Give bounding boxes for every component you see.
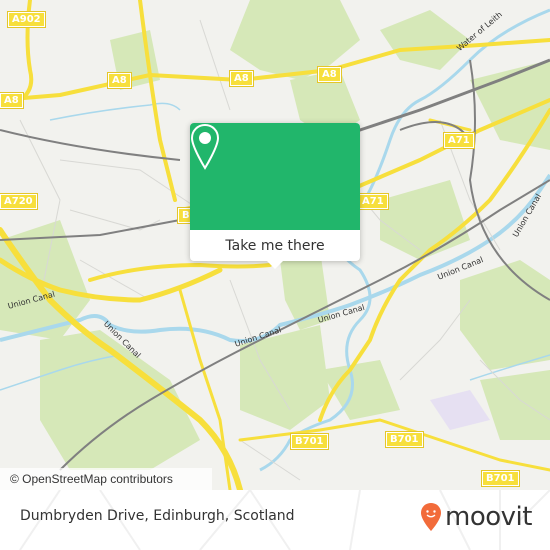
road-shield-a71-mid: A71 xyxy=(357,193,389,210)
moovit-logo[interactable]: moovit xyxy=(420,502,532,532)
road-shield-a8-east: A8 xyxy=(317,66,342,83)
road-shield-a8-center: A8 xyxy=(229,70,254,87)
moovit-pin-icon xyxy=(421,503,441,531)
road-shield-a8-west: A8 xyxy=(0,92,24,109)
map-view[interactable]: A902 A8 A8 A8 A8 A71 A71 A720 B B701 B70… xyxy=(0,0,550,490)
map-pin-icon xyxy=(190,123,220,170)
park xyxy=(380,10,470,70)
map-attribution[interactable]: © OpenStreetMap contributors xyxy=(0,468,212,490)
road-shield-b701-a: B701 xyxy=(290,433,329,450)
park xyxy=(460,260,550,370)
stream xyxy=(49,102,181,121)
road-a8-north xyxy=(138,0,177,202)
brand-name: moovit xyxy=(445,502,532,532)
footer-bar: Dumbryden Drive, Edinburgh, Scotland moo… xyxy=(0,490,550,550)
take-me-there-button[interactable]: Take me there xyxy=(190,230,360,261)
road-shield-a902: A902 xyxy=(7,11,46,28)
road-calder xyxy=(88,263,272,282)
address-text: Dumbryden Drive, Edinburgh, Scotland xyxy=(20,508,295,524)
site-area xyxy=(430,390,490,430)
park xyxy=(380,180,470,260)
road-shield-a71-east: A71 xyxy=(443,132,475,149)
road-shield-a8-mid: A8 xyxy=(107,72,132,89)
location-popup: Take me there xyxy=(190,123,360,269)
popup-pointer xyxy=(267,261,283,269)
road-shield-b701-c: B701 xyxy=(481,470,520,487)
popup-header xyxy=(190,123,360,230)
road-shield-b701-b: B701 xyxy=(385,431,424,448)
park xyxy=(480,370,550,440)
road-shield-a720: A720 xyxy=(0,193,38,210)
road-south xyxy=(178,288,232,490)
